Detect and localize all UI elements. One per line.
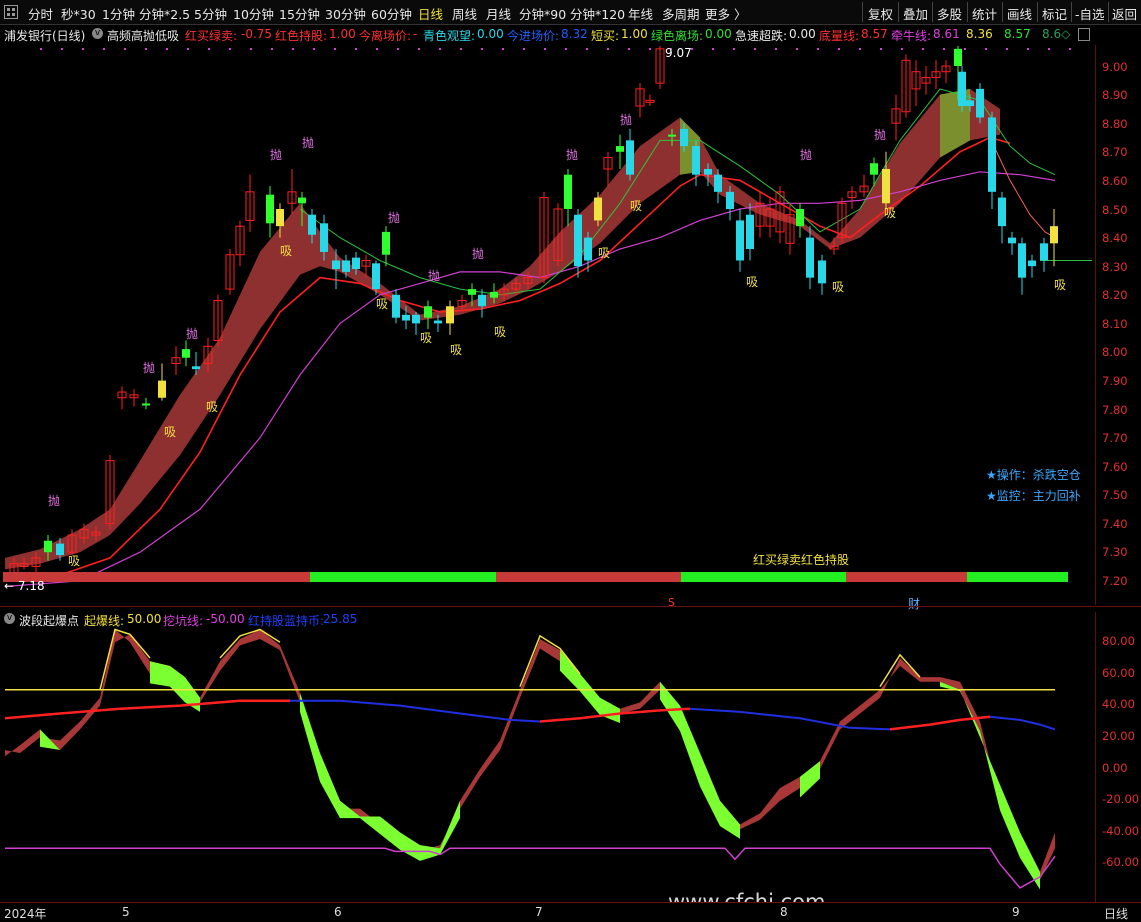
price-tick: 7.40 [1102,517,1128,531]
period-indicator: 日线 [1104,907,1129,921]
hold-line-red [4,699,290,720]
price-tick: 8.10 [1102,317,1128,331]
pit-line [5,847,1056,889]
ind-tick: 0.00 [1102,761,1128,775]
year-label: 2024年 [4,907,47,921]
ind-tick: 60.00 [1102,666,1135,680]
price-tick: 7.90 [1102,374,1128,388]
indicator-ribbon-green [40,729,60,750]
price-tick: 8.00 [1102,345,1128,359]
ind-tick: -20.00 [1102,792,1140,806]
price-tick: 7.70 [1102,431,1128,445]
indicator-ribbon-green [940,681,1040,890]
price-tick: 8.60 [1102,174,1128,188]
price-tick: 8.20 [1102,288,1128,302]
month-label: 6 [334,905,342,919]
price-tick: 9.00 [1102,60,1128,74]
ind-tick: -40.00 [1102,824,1140,838]
indicator-ribbon-green [300,692,460,861]
price-tick: 8.70 [1102,145,1128,159]
ind-tick: 20.00 [1102,729,1135,743]
date-axis: 2024年 5 6 7 8 9 日线 [0,902,1141,922]
indicator-chart[interactable] [0,0,1095,921]
ind-tick: 40.00 [1102,697,1135,711]
price-tick: 7.50 [1102,488,1128,502]
price-tick: 8.80 [1102,117,1128,131]
hold-line-blue [989,715,1056,731]
hold-line-blue [290,699,541,723]
price-tick: 8.30 [1102,260,1128,274]
month-label: 5 [122,905,130,919]
price-tick: 8.40 [1102,231,1128,245]
indicator-ribbon-green [660,681,740,839]
price-tick: 7.60 [1102,460,1128,474]
ind-tick: 80.00 [1102,634,1135,648]
month-label: 8 [780,905,788,919]
price-tick: 7.20 [1102,574,1128,588]
month-label: 9 [1012,905,1020,919]
indicator-axis: 80.00 60.00 40.00 20.00 0.00 -20.00 -40.… [1095,612,1141,902]
indicator-ribbon-green [800,761,820,798]
price-tick: 7.80 [1102,403,1128,417]
price-tick: 7.30 [1102,545,1128,559]
back-button[interactable]: 返回 [1112,4,1137,23]
price-tick: 8.50 [1102,203,1128,217]
ind-tick: -60.00 [1102,855,1140,869]
price-axis: 9.00 8.90 8.80 8.70 8.60 8.50 8.40 8.30 … [1095,45,1141,605]
month-label: 7 [535,905,543,919]
price-tick: 8.90 [1102,88,1128,102]
